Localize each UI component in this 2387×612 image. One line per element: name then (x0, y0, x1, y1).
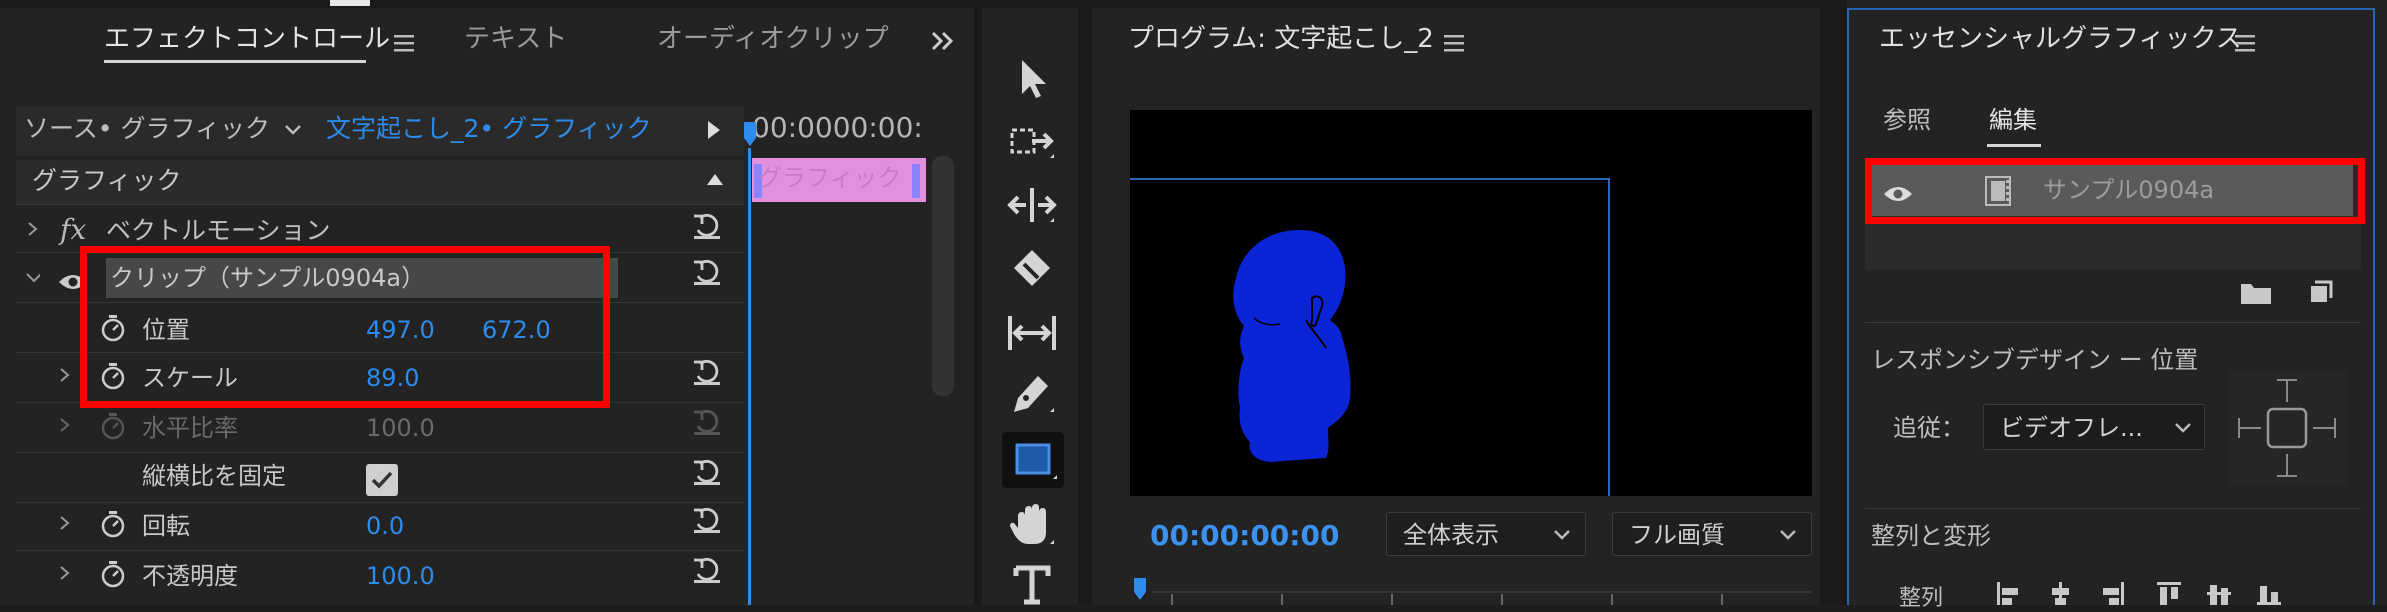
hamburger-icon[interactable] (1444, 34, 1464, 52)
pen-icon[interactable] (1004, 370, 1060, 420)
source-label: ソース• グラフィック (24, 114, 270, 143)
align-buttons[interactable] (1997, 580, 2357, 605)
tab-effect-controls[interactable]: エフェクトコントロール (104, 26, 390, 52)
ripple-edit-icon[interactable] (1004, 180, 1060, 230)
reset-icon[interactable] (692, 556, 722, 584)
collapse-chevron-icon[interactable] (26, 272, 40, 286)
highlight-box (1865, 158, 2365, 224)
new-layer-icon[interactable] (2307, 278, 2335, 306)
quality-value: フル画質 (1629, 521, 1725, 549)
playhead-icon[interactable] (742, 120, 758, 150)
graphic-bounding-box[interactable] (1130, 178, 1610, 496)
zoom-dropdown[interactable]: 全体表示 (1386, 512, 1586, 556)
expand-chevron-icon[interactable] (58, 516, 72, 530)
hand-icon[interactable] (1004, 500, 1060, 550)
timeline-timecode: 00:0000:00: (752, 111, 923, 144)
lock-aspect-checkbox[interactable] (366, 464, 398, 496)
graphic-section-label: グラフィック (32, 166, 182, 195)
hamburger-icon[interactable] (2235, 34, 2255, 52)
follow-value: ビデオフレ... (2000, 414, 2143, 442)
zoom-value: 全体表示 (1403, 521, 1499, 549)
reset-icon[interactable] (692, 358, 722, 386)
align-right-icon (2121, 582, 2124, 605)
follow-label: 追従： (1893, 414, 1965, 442)
video-canvas[interactable] (1130, 110, 1812, 496)
chevron-down-icon (2175, 423, 2191, 433)
character-silhouette (1233, 230, 1351, 462)
highlight-box (80, 246, 610, 408)
program-monitor-panel: プログラム: 文字起こし_2 00:00:00:00 全体表示 フル画質 (1092, 0, 1847, 605)
folder-icon[interactable] (2239, 280, 2273, 306)
rotation-label: 回転 (142, 512, 190, 540)
opacity-value[interactable]: 100.0 (366, 564, 435, 588)
panel-focus-border (1847, 8, 2375, 605)
align-label: 整列 (1899, 586, 1944, 611)
reset-icon[interactable] (692, 258, 722, 286)
rotation-value[interactable]: 0.0 (366, 514, 404, 538)
reset-icon[interactable] (692, 458, 722, 486)
stopwatch-icon[interactable] (100, 560, 126, 588)
playhead-line (748, 148, 751, 605)
hamburger-icon[interactable] (394, 34, 414, 52)
chevron-down-icon (1780, 530, 1796, 540)
pin-edges-widget[interactable] (2227, 370, 2347, 486)
chevron-down-icon (1554, 530, 1570, 540)
expand-chevron-icon[interactable] (58, 566, 72, 580)
align-heading: 整列と変形 (1871, 522, 1991, 550)
expand-chevron-icon[interactable] (58, 368, 72, 382)
responsive-heading: レスポンシブデザイン ー 位置 (1871, 346, 2199, 374)
vector-motion-label: ベクトルモーション (106, 216, 331, 245)
program-timecode[interactable]: 00:00:00:00 (1150, 522, 1339, 550)
razor-icon[interactable] (1004, 246, 1060, 296)
clip-selector[interactable]: 文字起こし_2• グラフィック (326, 116, 652, 141)
checkmark-icon (371, 471, 393, 489)
tools-panel (974, 0, 1092, 605)
effect-controls-panel: エフェクトコントロール テキスト オーディオクリップ ソース• グラフィック 文… (0, 0, 974, 605)
horizontal-ratio-value: 100.0 (366, 414, 435, 442)
time-ruler[interactable] (1152, 586, 1812, 605)
tab-audio-clip[interactable]: オーディオクリップ (657, 26, 889, 52)
panel-top-strip (0, 0, 974, 8)
tab-active-underline (1987, 144, 2041, 147)
opacity-label: 不透明度 (142, 562, 238, 590)
track-select-icon[interactable] (1004, 116, 1060, 166)
fx-icon: fx (60, 213, 87, 246)
tab-browse[interactable]: 参照 (1883, 108, 1931, 132)
reset-icon (694, 409, 720, 435)
stopwatch-icon (101, 413, 125, 440)
collapse-triangle-icon[interactable] (706, 172, 724, 186)
expand-chevron-icon[interactable] (58, 418, 72, 432)
essential-title: エッセンシャルグラフィックス (1879, 24, 2242, 54)
program-title: プログラム: 文字起こし_2 (1128, 24, 1434, 54)
align-top-icon (2157, 582, 2181, 585)
tab-text[interactable]: テキスト (464, 26, 567, 52)
selection-tool-icon[interactable] (1004, 54, 1060, 104)
program-playhead-icon[interactable] (1132, 576, 1148, 605)
panel-top-marker (330, 0, 370, 6)
reset-icon[interactable] (692, 506, 722, 534)
double-chevron-right-icon[interactable] (930, 30, 956, 52)
play-triangle-icon[interactable] (706, 120, 722, 140)
follow-dropdown[interactable]: ビデオフレ... (1983, 404, 2205, 450)
chevron-down-icon[interactable] (284, 124, 302, 136)
tab-edit[interactable]: 編集 (1989, 108, 2037, 132)
tab-active-underline (104, 60, 366, 63)
horizontal-ratio-label: 水平比率 (142, 414, 238, 442)
lock-aspect-label: 縦横比を固定 (142, 462, 286, 490)
clip-handle-right (912, 164, 920, 198)
stopwatch-icon[interactable] (100, 510, 126, 538)
align-left-icon (1997, 582, 2000, 605)
timeline-clip-label: グラフィック (758, 164, 902, 192)
quality-dropdown[interactable]: フル画質 (1612, 512, 1812, 556)
rectangle-icon (1015, 443, 1057, 479)
expand-chevron-icon[interactable] (26, 222, 40, 236)
scrollbar[interactable] (932, 156, 954, 396)
reset-icon[interactable] (692, 212, 722, 240)
slip-icon[interactable] (1004, 308, 1060, 358)
essential-graphics-panel: エッセンシャルグラフィックス 参照 編集 サンプル0904a レスポンシブデザイ… (1847, 0, 2387, 610)
